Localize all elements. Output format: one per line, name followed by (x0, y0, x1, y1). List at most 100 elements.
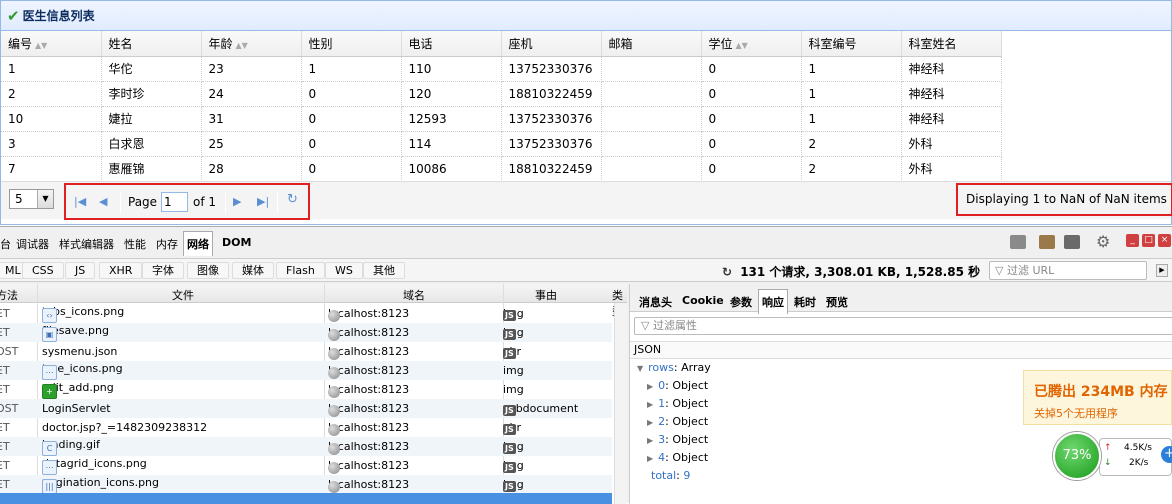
table-row[interactable]: 7 惠雁锦 28 0 10086 18810322459 0 2 外科 (1, 156, 1002, 182)
image-icon: ⋯ (42, 460, 57, 475)
column-header[interactable]: 座机 (501, 31, 602, 57)
minimize-icon[interactable]: _ (1126, 234, 1139, 247)
tab-console[interactable]: 台 (0, 236, 11, 252)
plus-icon[interactable]: + (1161, 446, 1172, 463)
column-header[interactable]: 科室编号 (801, 31, 902, 57)
request-row[interactable]: ET ‹›tabs_icons.png localhost:8123 JSimg (0, 304, 612, 323)
triangle-right-icon: ▶ (647, 418, 654, 427)
paint-icon[interactable] (1039, 235, 1055, 249)
filter-xhr[interactable]: XHR (99, 262, 143, 279)
layout-icon[interactable] (1010, 235, 1026, 249)
filter-image[interactable]: 图像 (187, 262, 229, 279)
filter-font[interactable]: 字体 (142, 262, 184, 279)
json-object-node[interactable]: ▶ 3: Object (647, 433, 708, 446)
page-size-select[interactable]: 5 ▼ (9, 189, 54, 209)
request-file: LoginServlet (42, 402, 111, 415)
filter-css[interactable]: CSS (22, 262, 64, 279)
selected-request-row[interactable] (0, 493, 612, 504)
column-header[interactable]: 邮箱 (601, 31, 702, 57)
column-header[interactable]: 科室姓名 (901, 31, 1002, 57)
tab-params[interactable]: 参数 (730, 294, 752, 310)
request-row[interactable]: OST sysmenu.json localhost:8123 JSxhr (0, 342, 612, 361)
table-row[interactable]: 10 婕拉 31 0 12593 13752330376 0 1 神经科 (1, 106, 1002, 132)
request-row[interactable]: ET ⋯tree_icons.png localhost:8123 img (0, 361, 612, 380)
request-row[interactable]: OST LoginServlet localhost:8123 JS subdocume… (0, 399, 612, 418)
tab-performance[interactable]: 性能 (124, 236, 146, 252)
tab-network[interactable]: 网络 (183, 231, 213, 256)
table-cell: 18810322459 (501, 81, 602, 107)
json-object-node[interactable]: ▶ 4: Object (647, 451, 708, 464)
request-file: doctor.jsp?_=1482309238312 (42, 421, 208, 434)
property-filter-input[interactable]: ▽ 过滤属性 (634, 317, 1172, 335)
request-row[interactable]: ET ▣filesave.png localhost:8123 JSimg (0, 323, 612, 342)
filter-js[interactable]: JS (65, 262, 96, 279)
gear-icon[interactable]: ⚙ (1096, 232, 1112, 251)
dock-icon[interactable] (1064, 235, 1080, 249)
filter-ws[interactable]: WS (325, 262, 363, 279)
js-icon: JS (503, 462, 516, 473)
table-cell: 1 (801, 81, 902, 107)
table-row[interactable]: 2 李时珍 24 0 120 18810322459 0 1 神经科 (1, 81, 1002, 107)
tab-preview[interactable]: 预览 (826, 294, 848, 310)
prev-page-icon[interactable]: ◀ (99, 195, 107, 208)
next-page-icon[interactable]: ▶ (233, 195, 241, 208)
table-cell: 23 (201, 56, 302, 82)
table-row[interactable]: 1 华佗 23 1 110 13752330376 0 1 神经科 (1, 56, 1002, 82)
request-method: ET (0, 459, 10, 472)
tab-debugger[interactable]: 调试器 (16, 236, 49, 252)
request-row[interactable]: ET Cloading.gif localhost:8123 JSimg (0, 437, 612, 456)
json-object-node[interactable]: ▶ 2: Object (647, 415, 708, 428)
first-page-icon[interactable]: |◀ (74, 195, 86, 208)
json-object-node[interactable]: ▶ 0: Object (647, 379, 708, 392)
triangle-right-icon: ▶ (647, 400, 654, 409)
json-object-node[interactable]: ▶ 1: Object (647, 397, 708, 410)
restore-icon[interactable]: □ (1142, 234, 1155, 247)
header-domain[interactable]: 域名 (403, 287, 425, 303)
tab-cookie[interactable]: Cookie (682, 294, 724, 307)
header-method[interactable]: 方法 (0, 287, 18, 303)
memory-usage-ball[interactable]: 73% (1053, 432, 1101, 480)
url-filter-input[interactable]: ▽ 过滤 URL (989, 261, 1147, 280)
tab-headers[interactable]: 消息头 (639, 294, 672, 310)
table-row[interactable]: 3 白求恩 25 0 114 13752330376 0 2 外科 (1, 131, 1002, 157)
vertical-scrollbar[interactable] (614, 303, 627, 504)
column-header[interactable]: 学位 ▲▼ (701, 31, 802, 57)
column-header[interactable]: 编号 ▲▼ (1, 31, 102, 57)
reload-icon[interactable]: ↻ (722, 265, 736, 279)
chevron-down-icon[interactable]: ▼ (37, 190, 53, 208)
sort-icon: ▲▼ (235, 40, 248, 50)
request-row[interactable]: ET |||pagination_icons.png localhost:8123 J… (0, 475, 612, 494)
refresh-icon[interactable]: ↻ (287, 192, 298, 207)
filter-media[interactable]: 媒体 (232, 262, 274, 279)
request-row[interactable]: ET ⋯datagrid_icons.png localhost:8123 JSimg (0, 456, 612, 475)
page-number-input[interactable]: 1 (161, 192, 188, 212)
column-header[interactable]: 性别 (301, 31, 402, 57)
network-stats: ↻ 131 个请求, 3,308.01 KB, 1,528.85 秒 (722, 265, 981, 279)
globe-icon (328, 443, 340, 455)
filter-flash[interactable]: Flash (276, 262, 325, 279)
scroll-right-icon[interactable]: ▶ (1156, 264, 1168, 277)
image-icon: ‹› (42, 308, 57, 323)
column-header[interactable]: 姓名 (101, 31, 202, 57)
request-row[interactable]: ET +edit_add.png localhost:8123 img (0, 380, 612, 399)
speed-widget[interactable]: ↑ 4.5K/s ↓ 2K/s 73% + (1053, 432, 1172, 486)
memory-notification[interactable]: 已腾出 234MB 内存 关掉5个无用程序 (1023, 370, 1172, 425)
request-row[interactable]: ET doctor.jsp?_=1482309238312 localhost:81… (0, 418, 612, 437)
header-cause[interactable]: 事由 (535, 287, 557, 303)
last-page-icon[interactable]: ▶| (257, 195, 269, 208)
filter-other[interactable]: 其他 (363, 262, 405, 279)
tab-style-editor[interactable]: 样式编辑器 (59, 236, 114, 252)
json-rows-node[interactable]: ▼ rows: Array (637, 361, 711, 374)
request-cause: JSxhr (503, 345, 521, 359)
tab-memory[interactable]: 内存 (156, 236, 178, 252)
header-file[interactable]: 文件 (172, 287, 194, 303)
column-header[interactable]: 电话 (401, 31, 502, 57)
tab-dom[interactable]: DOM (222, 236, 251, 249)
tab-timing[interactable]: 耗时 (794, 294, 816, 310)
close-icon[interactable]: × (1158, 234, 1171, 247)
request-cause: JSimg (503, 440, 524, 454)
json-total-node: total: 9 (651, 469, 691, 482)
triangle-right-icon: ▶ (647, 382, 654, 391)
column-header[interactable]: 年龄 ▲▼ (201, 31, 302, 57)
tab-response[interactable]: 响应 (758, 289, 788, 314)
